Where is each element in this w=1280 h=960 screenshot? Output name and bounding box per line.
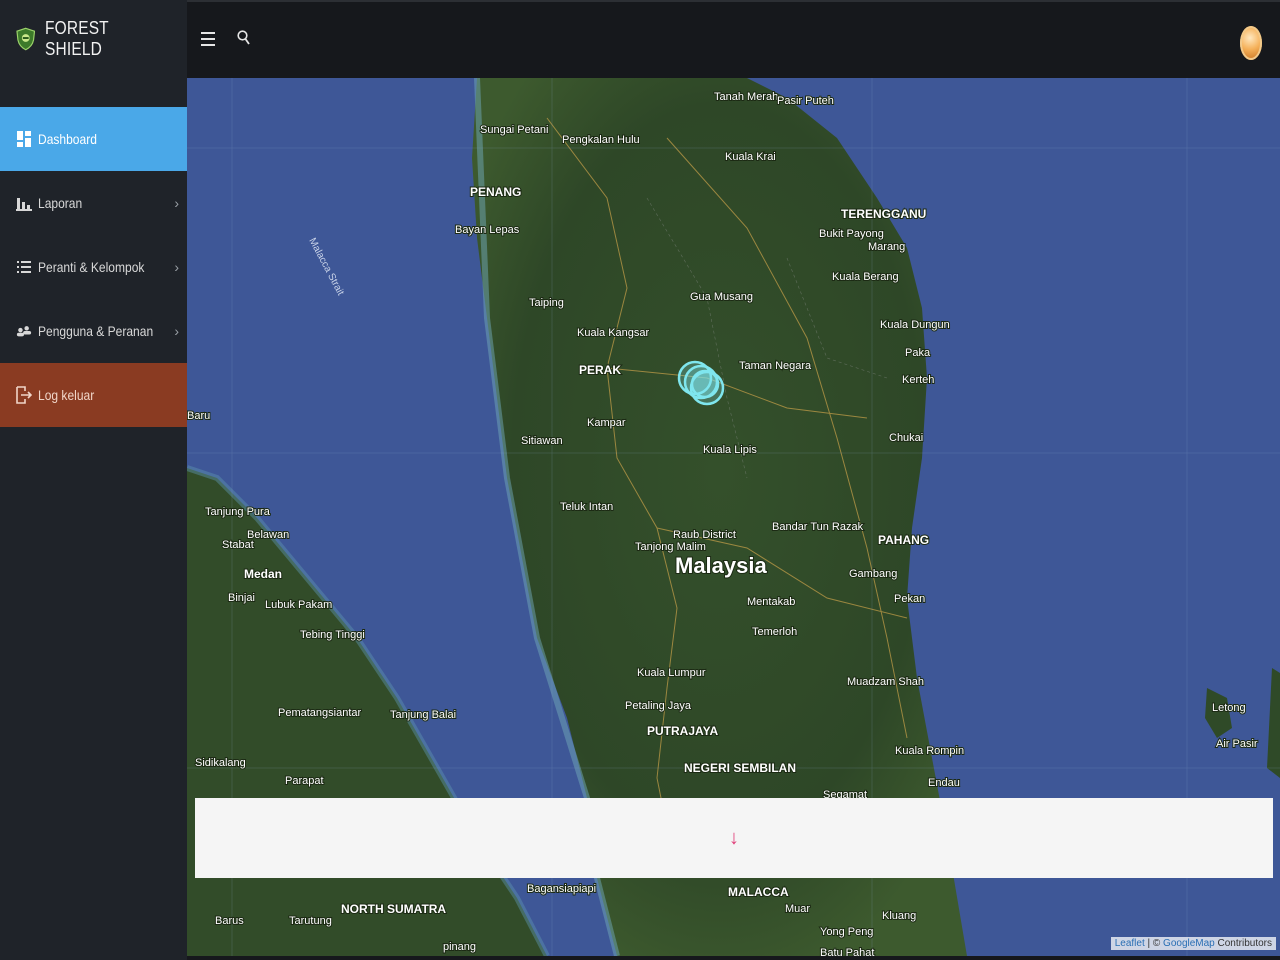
label-baru: Baru [187,410,210,422]
label-bukit-payong: Bukit Payong [819,228,884,240]
label-bayan-lepas: Bayan Lepas [455,224,520,236]
label-pasir-puteh: Pasir Puteh [777,95,834,107]
label-pekan: Pekan [894,593,925,605]
sidebar-item-laporan[interactable]: Laporan › [0,171,187,235]
sidebar-item-label: Dashboard [38,131,97,147]
label-tebing-tinggi: Tebing Tinggi [300,629,365,641]
attribution-suffix: Contributors [1214,938,1272,949]
arrow-down-icon[interactable]: ↓ [729,827,739,850]
user-avatar[interactable] [1240,26,1262,60]
sidebar-item-pengguna-peranan[interactable]: Pengguna & Peranan › [0,299,187,363]
label-tanah-merah: Tanah Merah [714,91,778,103]
label-letong: Letong [1212,702,1246,714]
label-kuala-lumpur: Kuala Lumpur [637,667,706,679]
sidebar-item-label: Peranti & Kelompok [38,259,145,275]
sidebar: FOREST SHIELD Dashboard Laporan › Perant… [0,0,187,960]
label-chukai: Chukai [889,432,923,444]
label-muar: Muar [785,903,810,915]
label-terengganu: TERENGGANU [841,207,926,221]
label-belawan: Belawan [247,529,289,541]
label-pematangsiantar: Pematangsiantar [278,707,361,719]
label-lubuk-pakam: Lubuk Pakam [265,599,332,611]
label-north-sumatra: NORTH SUMATRA [341,902,446,916]
chevron-right-icon: › [174,195,179,211]
label-pahang: PAHANG [878,533,929,547]
label-binjai: Binjai [228,592,255,604]
shield-icon [16,27,36,51]
googlemap-link[interactable]: GoogleMap [1163,938,1215,949]
logout-icon [16,386,32,404]
label-muadzam-shah: Muadzam Shah [847,676,924,688]
sidebar-item-logout[interactable]: Log keluar [0,363,187,427]
label-gambang: Gambang [849,568,897,580]
label-medan: Medan [244,567,282,581]
bar-chart-icon [16,195,32,211]
users-icon [16,323,32,339]
label-malacca: MALACCA [728,885,789,899]
info-panel: ↓ [195,798,1273,878]
label-yong-peng: Yong Peng [820,926,873,938]
label-kuala-krai: Kuala Krai [725,151,776,163]
brand-title: FOREST SHIELD [45,18,110,59]
sidebar-item-label: Log keluar [38,387,95,403]
attribution-separator: | © [1144,938,1164,949]
label-teluk-intan: Teluk Intan [560,501,613,513]
label-tanjung-balai: Tanjung Balai [390,709,456,721]
label-mentakab: Mentakab [747,596,795,608]
label-kuala-lipis: Kuala Lipis [703,444,757,456]
sidebar-item-label: Laporan [38,195,83,211]
label-batu-pahat: Batu Pahat [820,947,874,956]
sidebar-nav: Dashboard Laporan › Peranti & Kelompok ›… [0,107,187,427]
label-pinang: pinang [443,941,476,953]
hamburger-icon[interactable] [201,32,215,50]
sidebar-item-peranti-kelompok[interactable]: Peranti & Kelompok › [0,235,187,299]
bottom-border [187,956,1280,960]
list-icon [16,259,32,275]
label-penang: PENANG [470,185,521,199]
map-attribution: Leaflet | © GoogleMap Contributors [1110,937,1276,950]
label-perak: PERAK [579,363,621,377]
label-tanjung-pura: Tanjung Pura [205,506,271,518]
label-gua-musang: Gua Musang [690,291,753,303]
label-taiping: Taiping [529,297,564,309]
label-temerloh: Temerloh [752,626,797,638]
label-paka: Paka [905,347,931,359]
brand[interactable]: FOREST SHIELD [0,0,187,78]
label-sitiawan: Sitiawan [521,435,563,447]
label-tanjong-malim: Tanjong Malim [635,541,706,553]
label-kuala-kangsar: Kuala Kangsar [577,327,649,339]
label-marang: Marang [868,241,905,253]
chevron-right-icon: › [174,323,179,339]
label-negeri-sembilan: NEGERI SEMBILAN [684,761,796,775]
label-kuala-rompin: Kuala Rompin [895,745,964,757]
label-kerteh: Kerteh [902,374,934,386]
label-barus: Barus [215,915,244,927]
label-kuala-dungun: Kuala Dungun [880,319,950,331]
label-sidikalang: Sidikalang [195,757,246,769]
label-kluang: Kluang [882,910,916,922]
topbar [187,0,1280,78]
sidebar-item-dashboard[interactable]: Dashboard [0,107,187,171]
label-kuala-berang: Kuala Berang [832,271,899,283]
leaflet-link[interactable]: Leaflet [1115,938,1145,949]
label-taman-negara: Taman Negara [739,360,812,372]
label-bagansiapiapi: Bagansiapiapi [527,883,596,895]
label-raub: Raub District [673,529,736,541]
label-petaling-jaya: Petaling Jaya [625,700,692,712]
label-malaysia: Malaysia [675,553,767,578]
chevron-right-icon: › [174,259,179,275]
dashboard-icon [16,131,32,147]
label-bandar-tun-razak: Bandar Tun Razak [772,521,864,533]
label-parapat: Parapat [285,775,324,787]
sidebar-item-label: Pengguna & Peranan [38,323,154,339]
label-sungai-petani: Sungai Petani [480,124,549,136]
label-tarutung: Tarutung [289,915,332,927]
label-putrajaya: PUTRAJAYA [647,724,718,738]
label-endau: Endau [928,777,960,789]
search-icon[interactable] [237,30,251,46]
label-pengkalan-hulu: Pengkalan Hulu [562,134,640,146]
label-kampar: Kampar [587,417,626,429]
label-air-pasir: Air Pasir [1216,738,1258,750]
